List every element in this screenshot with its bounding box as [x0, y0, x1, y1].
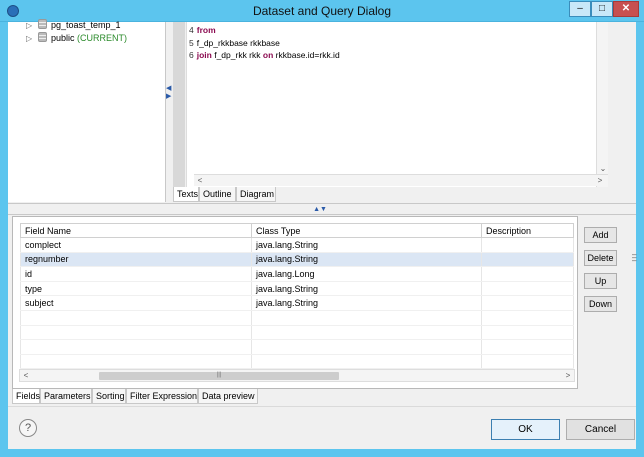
- minimize-icon: –: [577, 3, 583, 14]
- description-cell: [481, 281, 574, 297]
- tab-data-preview[interactable]: Data preview: [198, 389, 258, 404]
- sql-text: f_dp_rkkbase rkkbase: [196, 38, 280, 48]
- cancel-button[interactable]: Cancel: [566, 419, 635, 440]
- class-type-cell: java.lang.String: [251, 252, 482, 268]
- empty-row: [20, 310, 574, 326]
- line-number: 5: [189, 38, 194, 48]
- window-title: Dataset and Query Dialog: [252, 4, 392, 18]
- database-icon: [38, 19, 47, 29]
- database-icon: [38, 32, 47, 42]
- field-name-cell: regnumber: [20, 252, 252, 268]
- schema-tree: ▷ pg_toast_temp_1 ▷ public (CURRENT): [8, 19, 166, 202]
- field-name-cell: id: [20, 266, 252, 282]
- window-frame-right: [636, 22, 644, 457]
- table-row[interactable]: id java.lang.Long: [20, 266, 574, 282]
- column-header-field-name[interactable]: Field Name: [20, 223, 252, 238]
- table-horizontal-scrollbar[interactable]: < ||| >: [19, 369, 575, 382]
- tree-item-label: pg_toast_temp_1: [51, 20, 121, 30]
- sql-keyword: join: [196, 50, 212, 60]
- editor-horizontal-scrollbar[interactable]: < >: [194, 174, 608, 186]
- current-schema-badge: (CURRENT): [77, 33, 128, 43]
- minimize-button[interactable]: –: [569, 1, 591, 17]
- description-cell: [481, 252, 574, 268]
- maximize-icon: □: [598, 3, 606, 14]
- class-type-cell: java.lang.String: [251, 237, 482, 253]
- sql-keyword: on: [262, 50, 274, 60]
- scroll-left-icon[interactable]: <: [194, 175, 206, 187]
- fields-panel: Field Name Class Type Description comple…: [12, 216, 578, 389]
- tree-item[interactable]: ▷ pg_toast_temp_1: [26, 19, 121, 31]
- expand-arrow-icon[interactable]: ▷: [26, 33, 34, 45]
- down-button[interactable]: Down: [584, 296, 617, 312]
- class-type-cell: java.lang.Long: [251, 266, 482, 282]
- expand-arrow-icon[interactable]: ▷: [26, 20, 34, 32]
- tab-fields[interactable]: Fields: [12, 389, 40, 404]
- line-number: 4: [189, 25, 194, 35]
- query-editor[interactable]: 4 from 5 f_dp_rkkbase rkkbase 6 join f_dp_r…: [186, 22, 608, 187]
- scroll-right-icon[interactable]: >: [594, 175, 606, 187]
- sql-text: rkkbase.id=rkk.id: [275, 50, 340, 60]
- class-type-cell: java.lang.String: [251, 281, 482, 297]
- maximize-button[interactable]: □: [591, 1, 613, 17]
- tab-diagram[interactable]: Diagram: [236, 187, 276, 202]
- description-cell: [481, 266, 574, 282]
- description-cell: [481, 295, 574, 311]
- add-button[interactable]: Add: [584, 227, 617, 243]
- splitter-arrows-icon[interactable]: ▲▼: [310, 206, 330, 213]
- up-button[interactable]: Up: [584, 273, 617, 289]
- table-row[interactable]: complect java.lang.String: [20, 237, 574, 253]
- description-cell: [481, 237, 574, 253]
- window-frame-bottom: [0, 449, 644, 457]
- tab-sorting[interactable]: Sorting: [92, 389, 126, 404]
- scrollbar-thumb[interactable]: |||: [99, 372, 339, 380]
- sql-keyword: from: [196, 25, 216, 35]
- resize-grip-icon[interactable]: – – –: [632, 251, 638, 265]
- field-name-cell: complect: [20, 237, 252, 253]
- empty-row: [20, 339, 574, 355]
- code-line: 6 join f_dp_rkk rkk on rkkbase.id=rkk.id: [189, 49, 340, 61]
- tab-outline[interactable]: Outline: [199, 187, 236, 202]
- table-header-row: Field Name Class Type Description: [20, 223, 574, 238]
- help-icon[interactable]: ?: [19, 419, 37, 437]
- tab-parameters[interactable]: Parameters: [40, 389, 92, 404]
- table-row[interactable]: regnumber java.lang.String: [20, 252, 574, 268]
- fields-table: Field Name Class Type Description comple…: [20, 223, 574, 370]
- code-line: 4 from: [189, 24, 216, 36]
- sql-text: f_dp_rkk rkk: [214, 50, 261, 60]
- editor-vertical-scrollbar[interactable]: ⌄: [596, 22, 608, 187]
- field-name-cell: subject: [20, 295, 252, 311]
- table-row[interactable]: type java.lang.String: [20, 281, 574, 297]
- tree-item[interactable]: ▷ public (CURRENT): [26, 32, 127, 44]
- field-name-cell: type: [20, 281, 252, 297]
- line-number: 6: [189, 50, 194, 60]
- column-header-class-type[interactable]: Class Type: [251, 223, 482, 238]
- scroll-right-icon[interactable]: >: [562, 370, 574, 382]
- table-row[interactable]: subject java.lang.String: [20, 295, 574, 311]
- panel-collapse-arrows-icon[interactable]: ◀ ▶: [166, 85, 172, 101]
- window-frame-left: [0, 22, 8, 457]
- ok-button[interactable]: OK: [491, 419, 560, 440]
- delete-button[interactable]: Delete: [584, 250, 617, 266]
- close-button[interactable]: ✕: [613, 1, 639, 17]
- column-header-description[interactable]: Description: [481, 223, 574, 238]
- code-line: 5 f_dp_rkkbase rkkbase: [189, 37, 280, 49]
- tab-texts[interactable]: Texts: [173, 187, 199, 202]
- tree-item-label: public: [51, 33, 75, 43]
- scroll-left-icon[interactable]: <: [20, 370, 32, 382]
- empty-row: [20, 325, 574, 341]
- editor-gutter: [173, 22, 185, 187]
- close-icon: ✕: [621, 3, 631, 14]
- class-type-cell: java.lang.String: [251, 295, 482, 311]
- tab-filter-expression[interactable]: Filter Expression: [126, 389, 198, 404]
- empty-row: [20, 354, 574, 370]
